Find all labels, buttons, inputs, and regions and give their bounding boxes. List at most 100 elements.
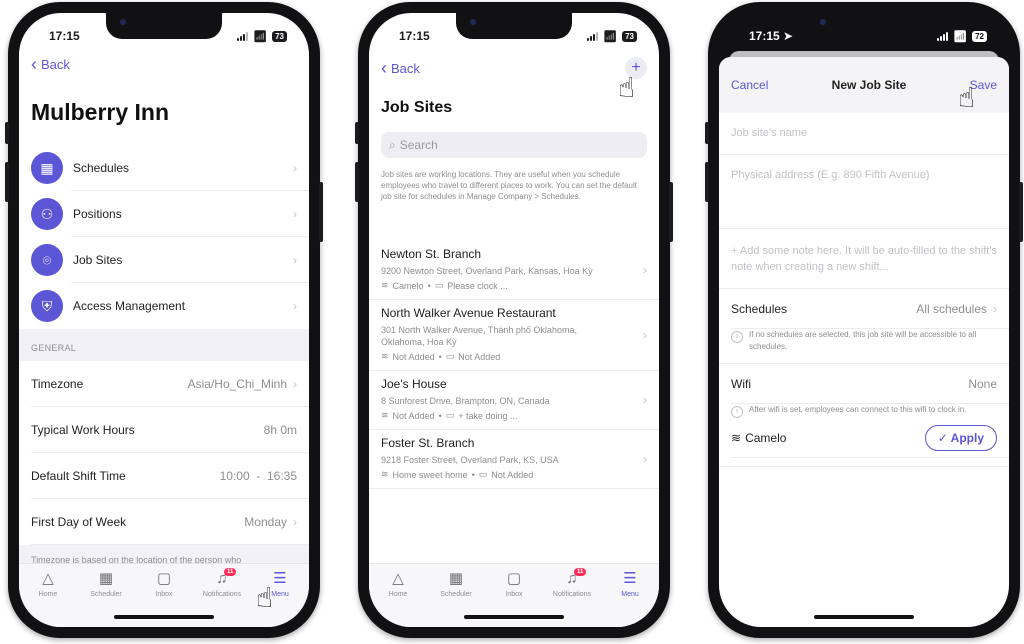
note-icon: ▭ <box>434 280 444 290</box>
side-button <box>355 162 359 202</box>
home-icon: △ <box>392 570 404 587</box>
setting-typical-work-hours[interactable]: Typical Work Hours 8h 0m <box>19 407 309 453</box>
note-icon: ▭ <box>478 469 488 479</box>
notification-badge: 11 <box>574 568 587 576</box>
location-arrow-icon: ➤ <box>783 29 794 43</box>
chevron-right-icon: › <box>293 207 297 221</box>
schedules-info: i If no schedules are selected, this job… <box>719 329 1009 353</box>
search-icon: ⌕ <box>389 137 396 152</box>
address-field[interactable]: Physical address (E.g. 890 Fifth Avenue) <box>719 155 1009 229</box>
chevron-right-icon: › <box>643 452 647 466</box>
chevron-right-icon: › <box>293 377 297 391</box>
tab-bar: △ Home ▦ Scheduler ▢ Inbox ♫ 11 Notifications… <box>369 563 659 627</box>
info-icon: i <box>731 331 743 343</box>
signal-icon <box>937 31 949 41</box>
job-site-name-field[interactable]: Job site's name <box>719 113 1009 155</box>
people-icon: ⚇ <box>31 198 63 230</box>
job-sites-description: Job sites are working locations. They ar… <box>381 170 638 201</box>
calendar-icon: ▦ <box>31 152 63 184</box>
home-indicator <box>464 615 564 619</box>
menu-icon: ☰ <box>623 570 637 587</box>
phone-mulberry-inn: 17:15 📶︎ 73 ‹ Back Mulberry Inn ▦ Schedul… <box>5 2 323 638</box>
setting-first-day-of-week[interactable]: First Day of Week Monday › <box>19 499 309 545</box>
battery-icon: 72 <box>972 30 987 42</box>
job-site-row[interactable]: Foster St. Branch 9218 Foster Street, Ov… <box>369 430 659 489</box>
apply-wifi-button[interactable]: ✓ Apply <box>924 425 997 451</box>
back-button[interactable]: ‹ Back <box>381 57 420 78</box>
section-header: GENERAL <box>19 329 309 361</box>
notch <box>456 13 572 39</box>
menu-item-schedules[interactable]: ▦ Schedules › <box>19 145 309 191</box>
tab-menu[interactable]: ☰ Menu <box>601 570 659 627</box>
note-icon: ▭ <box>445 351 455 361</box>
job-site-row[interactable]: Joe's House 8 Sunforest Drive, Brampton,… <box>369 371 659 430</box>
nav-bar: ‹ Back <box>31 54 297 74</box>
wifi-icon: ≋ <box>731 431 742 445</box>
menu-item-access-management[interactable]: ⛨ Access Management › <box>19 283 309 329</box>
signal-icon <box>587 31 599 41</box>
inbox-icon: ▢ <box>156 570 172 587</box>
notch <box>806 13 922 39</box>
menu-item-positions[interactable]: ⚇ Positions › <box>19 191 309 237</box>
status-time: 17:15 <box>49 29 80 43</box>
side-button <box>705 162 709 202</box>
general-section: GENERAL Timezone Asia/Ho_Chi_Minh › Typi… <box>19 329 309 575</box>
side-button <box>705 122 709 144</box>
notification-badge: 11 <box>224 568 237 576</box>
note-field[interactable]: + Add some note here. It will be auto-fi… <box>719 229 1009 289</box>
menu-icon: ☰ <box>273 570 287 587</box>
location-pin-icon: ⌾ <box>31 244 63 276</box>
job-site-row[interactable]: Newton St. Branch 9200 Newton Street, Ov… <box>369 241 659 300</box>
wifi-icon: ≋ <box>381 351 389 361</box>
chevron-right-icon: › <box>643 328 647 342</box>
menu-item-job-sites[interactable]: ⌾ Job Sites › <box>19 237 309 283</box>
note-icon: ▭ <box>445 410 455 420</box>
wifi-icon: ≋ <box>381 410 389 420</box>
pointer-hand-icon: ☝ <box>958 82 976 113</box>
battery-icon: 73 <box>622 30 637 42</box>
search-input[interactable]: ⌕ Search <box>381 132 647 158</box>
home-indicator <box>114 615 214 619</box>
chevron-left-icon: ‹ <box>381 57 387 78</box>
screen: 17:15 📶︎ 73 ‹ Back Mulberry Inn ▦ Schedul… <box>19 13 309 627</box>
wifi-row: Wifi None <box>719 364 1009 404</box>
checkmark-icon: ✓ <box>937 431 951 445</box>
chevron-right-icon: › <box>643 263 647 277</box>
setting-timezone[interactable]: Timezone Asia/Ho_Chi_Minh › <box>19 361 309 407</box>
side-button <box>1019 182 1023 242</box>
setting-default-shift-time[interactable]: Default Shift Time 10:00 - 16:35 <box>19 453 309 499</box>
tab-home[interactable]: △ Home <box>19 570 77 627</box>
chevron-right-icon: › <box>993 302 997 316</box>
wifi-icon: 📶︎ <box>253 30 268 43</box>
pointer-hand-icon: ☝ <box>618 72 636 103</box>
wifi-section: Wifi None i After wifi is set, employees… <box>719 364 1009 467</box>
job-site-list: Newton St. Branch 9200 Newton Street, Ov… <box>369 241 659 489</box>
chevron-right-icon: › <box>293 299 297 313</box>
schedules-row[interactable]: Schedules All schedules › <box>719 289 1009 329</box>
chevron-right-icon: › <box>293 161 297 175</box>
new-job-site-sheet: Cancel New Job Site Save Job site's name… <box>719 57 1009 627</box>
shield-lock-icon: ⛨ <box>31 290 63 322</box>
back-button[interactable]: ‹ Back <box>31 54 70 74</box>
cancel-button[interactable]: Cancel <box>731 78 768 92</box>
screen: 17:15 📶︎ 73 ‹ Back + Job Sites ⌕ Search J… <box>369 13 659 627</box>
page-title: Job Sites <box>381 99 453 116</box>
side-button <box>669 182 673 242</box>
phone-new-job-site: 17:15 ➤ 📶︎ 72 Cancel New Job Site Save J… <box>705 2 1023 638</box>
notch <box>106 13 222 39</box>
job-site-row[interactable]: North Walker Avenue Restaurant 301 North… <box>369 300 659 371</box>
nav-bar: ‹ Back + <box>381 57 647 79</box>
schedules-section: Schedules All schedules › i If no schedu… <box>719 289 1009 364</box>
tab-home[interactable]: △ Home <box>369 570 427 627</box>
chevron-left-icon: ‹ <box>31 54 37 74</box>
wifi-icon: ≋ <box>381 280 389 290</box>
inbox-icon: ▢ <box>506 570 522 587</box>
status-time: 17:15 <box>399 29 430 43</box>
side-button <box>319 182 323 242</box>
info-icon: i <box>731 406 743 418</box>
company-menu: ▦ Schedules › ⚇ Positions › ⌾ Job Sites … <box>19 145 309 329</box>
side-button <box>355 122 359 144</box>
wifi-icon: 📶︎ <box>603 30 618 43</box>
chevron-right-icon: › <box>643 393 647 407</box>
sheet-title: New Job Site <box>831 78 907 92</box>
